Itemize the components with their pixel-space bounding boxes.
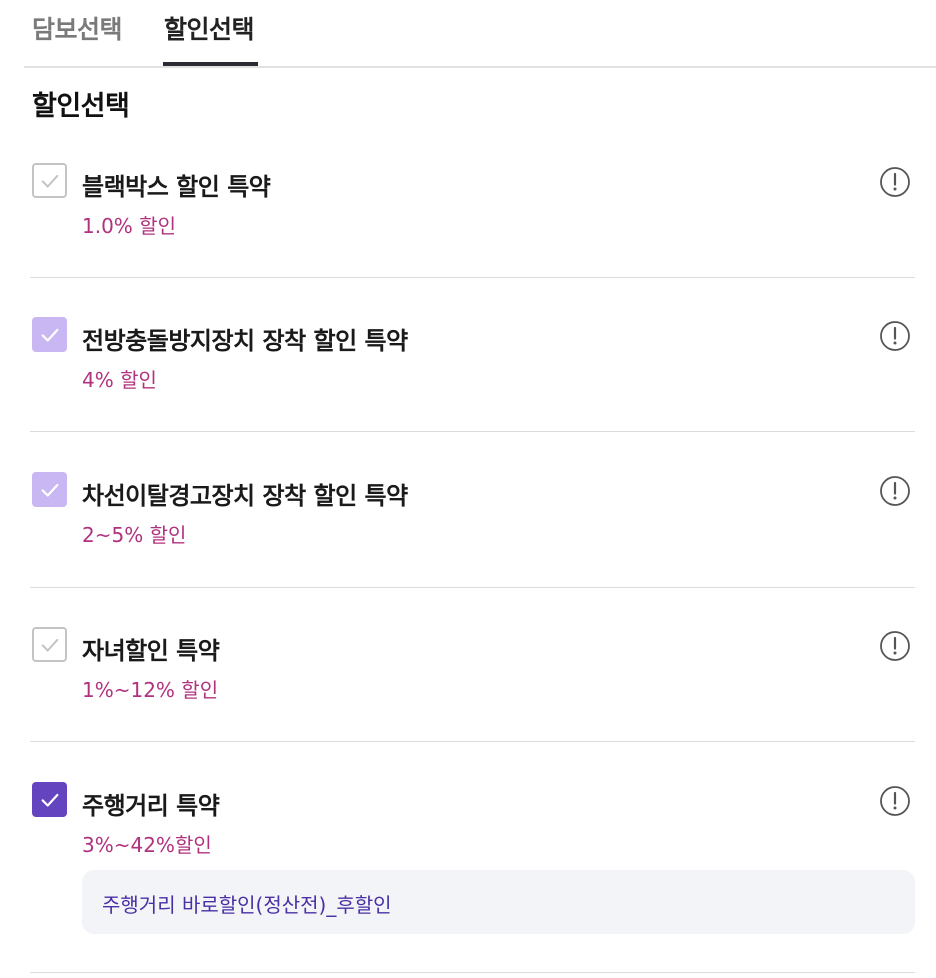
- discount-label: 자녀할인 특약: [82, 637, 220, 665]
- check-icon: [41, 174, 58, 188]
- discount-label: 주행거리 특약: [82, 792, 220, 820]
- tab-bar-divider: [24, 66, 936, 68]
- discount-rate: 4% 할인: [82, 368, 157, 392]
- exclamation-circle-icon[interactable]: [879, 475, 911, 507]
- exclamation-circle-icon[interactable]: [879, 320, 911, 352]
- discount-rate: 2~5% 할인: [82, 523, 187, 547]
- discount-checkbox[interactable]: [32, 472, 67, 507]
- discount-rate: 1%~12% 할인: [82, 678, 219, 702]
- discount-rate: 1.0% 할인: [82, 214, 176, 238]
- discount-checkbox[interactable]: [32, 627, 67, 662]
- item-divider: [30, 972, 915, 973]
- item-divider: [30, 587, 915, 588]
- check-icon: [41, 483, 58, 497]
- exclamation-circle-icon[interactable]: [879, 630, 911, 662]
- item-divider: [30, 431, 915, 432]
- discount-checkbox[interactable]: [32, 782, 67, 817]
- discount-label: 블랙박스 할인 특약: [82, 173, 271, 201]
- exclamation-circle-icon[interactable]: [879, 785, 911, 817]
- exclamation-circle-icon[interactable]: [879, 166, 911, 198]
- check-icon: [41, 638, 58, 652]
- tab-discount-select[interactable]: 할인선택: [164, 10, 255, 46]
- discount-checkbox[interactable]: [32, 317, 67, 352]
- item-divider: [30, 741, 915, 742]
- discount-label: 전방충돌방지장치 장착 할인 특약: [82, 327, 408, 355]
- check-icon: [41, 793, 58, 807]
- check-icon: [41, 328, 58, 342]
- discount-label: 차선이탈경고장치 장착 할인 특약: [82, 482, 408, 510]
- tab-coverage-select[interactable]: 담보선택: [32, 10, 123, 46]
- tab-bar: 담보선택 할인선택: [0, 0, 936, 68]
- item-divider: [30, 277, 915, 278]
- discount-checkbox[interactable]: [32, 163, 67, 198]
- discount-rate: 3%~42%할인: [82, 833, 212, 857]
- mileage-sub-option-label: 주행거리 바로할인(정산전)_후할인: [102, 893, 392, 917]
- section-title: 할인선택: [32, 91, 130, 122]
- mileage-sub-option[interactable]: 주행거리 바로할인(정산전)_후할인: [82, 870, 915, 934]
